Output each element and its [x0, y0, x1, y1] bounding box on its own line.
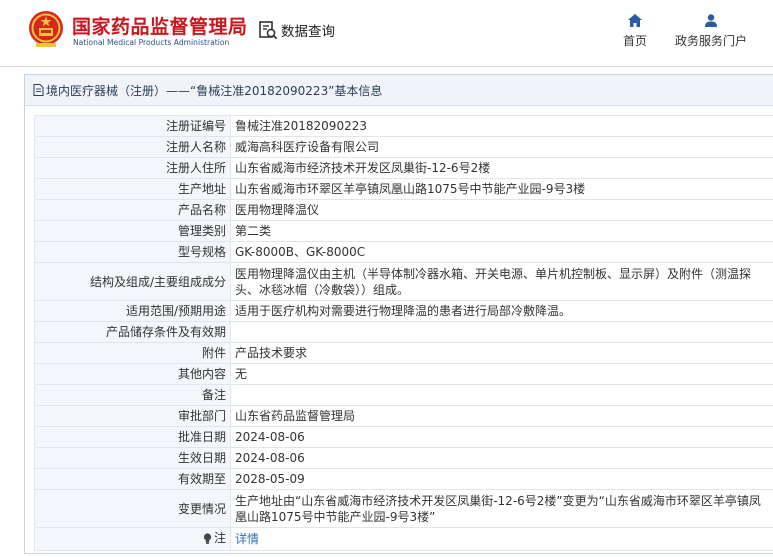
field-value: 医用物理降温仪由主机（半导体制冷器水箱、开关电源、单片机控制板、显示屏）及附件（…	[230, 262, 773, 301]
notice-label-cell: 注	[34, 527, 231, 551]
field-label: 生产地址	[34, 178, 231, 200]
field-value: 山东省威海市经济技术开发区凤巢街-12-6号2楼	[230, 157, 773, 179]
field-value	[230, 321, 773, 343]
field-label: 管理类别	[34, 220, 231, 242]
site-header: 国家药品监督管理局 National Medical Products Admi…	[0, 0, 773, 66]
field-value: 无	[230, 363, 773, 385]
table-row: 变更情况 生产地址由“山东省威海市经济技术开发区凤巢街-12-6号2楼”变更为“…	[34, 489, 773, 528]
table-row: 产品储存条件及有效期	[34, 321, 773, 343]
field-value: 产品技术要求	[230, 342, 773, 364]
field-label: 审批部门	[34, 405, 231, 427]
table-row: 注册人住所 山东省威海市经济技术开发区凤巢街-12-6号2楼	[34, 157, 773, 179]
nav-gov-portal[interactable]: 政务服务门户	[672, 14, 750, 49]
table-row: 其他内容 无	[34, 363, 773, 385]
field-label: 批准日期	[34, 426, 231, 448]
table-row: 结构及组成/主要组成成分 医用物理降温仪由主机（半导体制冷器水箱、开关电源、单片…	[34, 262, 773, 301]
table-row: 审批部门 山东省药品监督管理局	[34, 405, 773, 427]
table-row: 型号规格 GK-8000B、GK-8000C	[34, 241, 773, 263]
field-label: 适用范围/预期用途	[34, 300, 231, 322]
field-label: 变更情况	[34, 489, 231, 528]
bulb-icon	[203, 532, 212, 544]
field-value	[230, 384, 773, 406]
device-info-table: 注册证编号 鲁械注准20182090223 注册人名称 威海高科医疗设备有限公司…	[34, 115, 773, 551]
field-label: 注册人住所	[34, 157, 231, 179]
field-label: 附件	[34, 342, 231, 364]
field-label: 有效期至	[34, 468, 231, 490]
field-value: GK-8000B、GK-8000C	[230, 241, 773, 263]
notice-label-group: 注	[203, 530, 226, 546]
table-row: 生产地址 山东省威海市环翠区羊亭镇凤凰山路1075号中节能产业园-9号3楼	[34, 178, 773, 200]
field-label: 生效日期	[34, 447, 231, 469]
table-row: 有效期至 2028-05-09	[34, 468, 773, 490]
panel-title: 境内医疗器械（注册）——“鲁械注准20182090223”基本信息	[25, 75, 773, 106]
panel-title-text: 境内医疗器械（注册）——“鲁械注准20182090223”基本信息	[46, 83, 383, 98]
brand-name-cn[interactable]: 国家药品监督管理局	[72, 12, 248, 39]
table-row: 批准日期 2024-08-06	[34, 426, 773, 448]
data-query-label: 数据查询	[281, 24, 335, 40]
document-icon	[33, 84, 44, 96]
record-panel: 境内医疗器械（注册）——“鲁械注准20182090223”基本信息 注册证编号 …	[24, 74, 773, 554]
nav-home-label: 首页	[622, 34, 647, 48]
table-row: 注册证编号 鲁械注准20182090223	[34, 115, 773, 137]
field-value: 威海高科医疗设备有限公司	[230, 136, 773, 158]
field-value: 2024-08-06	[230, 426, 773, 448]
table-row: 适用范围/预期用途 适用于医疗机构对需要进行物理降温的患者进行局部冷敷降温。	[34, 300, 773, 322]
field-value: 适用于医疗机构对需要进行物理降温的患者进行局部冷敷降温。	[230, 300, 773, 322]
table-row: 注册人名称 威海高科医疗设备有限公司	[34, 136, 773, 158]
field-value: 生产地址由“山东省威海市经济技术开发区凤巢街-12-6号2楼”变更为“山东省威海…	[230, 489, 773, 528]
brand-name-en[interactable]: National Medical Products Administration	[73, 38, 229, 47]
field-label: 备注	[34, 384, 231, 406]
field-label: 注册人名称	[34, 136, 231, 158]
notice-row: 注 详情	[34, 527, 773, 551]
field-value: 医用物理降温仪	[230, 199, 773, 221]
nav-gov-portal-label: 政务服务门户	[674, 34, 747, 48]
data-query-icon	[259, 21, 278, 40]
field-label: 结构及组成/主要组成成分	[34, 262, 231, 301]
header-divider	[0, 66, 773, 67]
details-link[interactable]: 详情	[235, 532, 259, 546]
user-icon	[705, 14, 717, 27]
field-label: 产品储存条件及有效期	[34, 321, 231, 343]
national-emblem-icon	[29, 11, 63, 47]
table-row: 产品名称 医用物理降温仪	[34, 199, 773, 221]
table-row: 备注	[34, 384, 773, 406]
field-value: 山东省威海市环翠区羊亭镇凤凰山路1075号中节能产业园-9号3楼	[230, 178, 773, 200]
home-icon	[628, 14, 642, 27]
notice-value-cell: 详情	[230, 527, 773, 551]
field-value: 山东省药品监督管理局	[230, 405, 773, 427]
data-query-link[interactable]: 数据查询	[258, 20, 335, 40]
table-row: 管理类别 第二类	[34, 220, 773, 242]
field-value: 2024-08-06	[230, 447, 773, 469]
notice-label: 注	[213, 531, 226, 545]
field-value: 鲁械注准20182090223	[230, 115, 773, 137]
field-value: 第二类	[230, 220, 773, 242]
field-label: 注册证编号	[34, 115, 231, 137]
field-value: 2028-05-09	[230, 468, 773, 490]
field-label: 型号规格	[34, 241, 231, 263]
field-label: 其他内容	[34, 363, 231, 385]
field-label: 产品名称	[34, 199, 231, 221]
table-row: 生效日期 2024-08-06	[34, 447, 773, 469]
nav-home[interactable]: 首页	[614, 14, 656, 49]
table-row: 附件 产品技术要求	[34, 342, 773, 364]
